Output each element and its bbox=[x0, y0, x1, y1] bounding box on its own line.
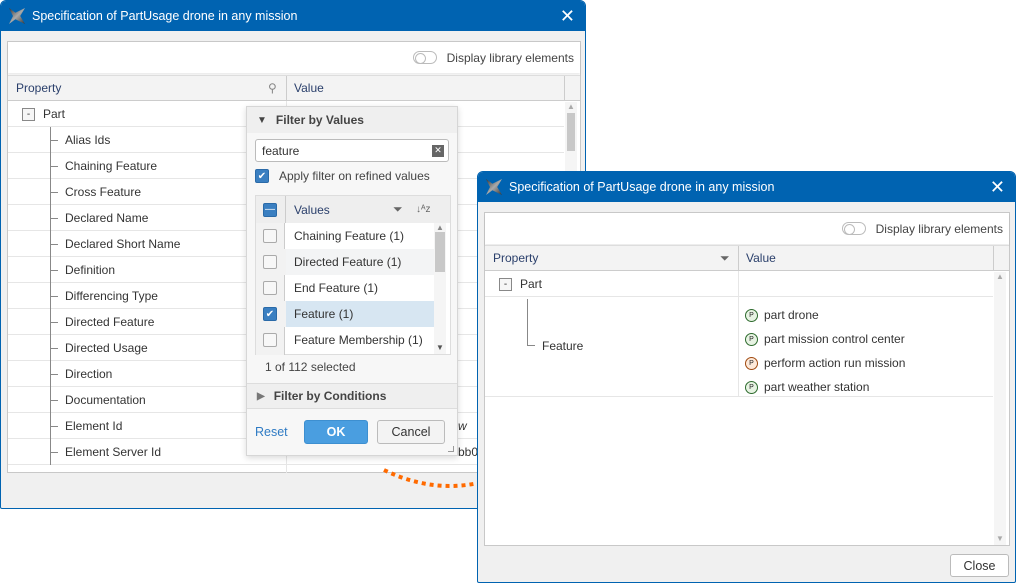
header-value[interactable]: Value bbox=[294, 81, 324, 95]
search-value: feature bbox=[262, 143, 300, 158]
collapsed-triangle-icon: ▶ bbox=[257, 390, 265, 402]
value-option[interactable]: ✔ Feature (1) bbox=[256, 301, 434, 327]
property-label: Alias Ids bbox=[65, 133, 111, 147]
search-input[interactable]: feature ✕ bbox=[255, 139, 449, 162]
value-checkbox[interactable] bbox=[263, 255, 277, 269]
close-icon[interactable]: ✕ bbox=[990, 177, 1005, 198]
part-usage-icon: P bbox=[745, 332, 758, 346]
property-label: Directed Usage bbox=[65, 341, 148, 355]
values-list: — Values ⏷ ↓ᴬz Chaining Feature (1) Direc… bbox=[255, 195, 451, 355]
property-label: Documentation bbox=[65, 393, 146, 407]
property-label: Element Server Id bbox=[65, 445, 162, 459]
value-label: part weather station bbox=[764, 380, 870, 394]
value-option[interactable]: Feature Membership (1) bbox=[256, 327, 434, 353]
value-item[interactable]: Ppart drone bbox=[745, 303, 905, 327]
apply-refined-checkbox[interactable]: ✔ Apply filter on refined values bbox=[255, 169, 430, 183]
collapse-button[interactable]: - bbox=[22, 107, 35, 121]
value-option[interactable]: Directed Feature (1) bbox=[256, 249, 434, 275]
display-library-label: Display library elements bbox=[446, 50, 574, 65]
ok-button[interactable]: OK bbox=[304, 420, 368, 444]
header-value[interactable]: Value bbox=[746, 251, 776, 265]
checkbox-icon: ✔ bbox=[255, 169, 269, 183]
select-all-checkbox[interactable]: — bbox=[263, 202, 277, 217]
expanded-triangle-icon: ▼ bbox=[257, 114, 267, 126]
right-spec-dialog: Specification of PartUsage drone in any … bbox=[477, 171, 1016, 583]
part-usage-icon: P bbox=[745, 308, 758, 322]
property-label: Cross Feature bbox=[65, 185, 142, 199]
value-label: part drone bbox=[764, 308, 819, 322]
header-property[interactable]: Property bbox=[493, 251, 538, 265]
collapse-button[interactable]: - bbox=[499, 277, 512, 291]
property-label: Declared Short Name bbox=[65, 237, 181, 251]
filter-by-conditions-section[interactable]: ▶ Filter by Conditions bbox=[247, 383, 457, 409]
close-icon[interactable]: ✕ bbox=[560, 6, 575, 27]
property-label: Element Id bbox=[65, 419, 123, 433]
value-option[interactable]: End Feature (1) bbox=[256, 275, 434, 301]
values-header-label: Values bbox=[294, 202, 330, 217]
display-library-label: Display library elements bbox=[875, 221, 1003, 236]
value-label: End Feature (1) bbox=[294, 281, 379, 295]
values-scrollbar[interactable]: ▲ ▼ bbox=[434, 223, 446, 354]
display-library-toggle[interactable] bbox=[412, 51, 437, 64]
display-library-toggle[interactable] bbox=[841, 222, 866, 235]
selected-count: 1 of 112 selected bbox=[265, 360, 356, 374]
title-bar: Specification of PartUsage drone in any … bbox=[1, 1, 585, 31]
property-label: Direction bbox=[65, 367, 113, 381]
clear-icon[interactable]: ✕ bbox=[432, 144, 444, 157]
apply-refined-label: Apply filter on refined values bbox=[279, 169, 430, 183]
app-logo-icon bbox=[9, 8, 25, 24]
table-row-feature[interactable]: Feature Ppart drone Ppart mission control… bbox=[485, 297, 993, 397]
dialog-title: Specification of PartUsage drone in any … bbox=[32, 9, 298, 23]
sort-az-icon[interactable]: ↓ᴬz bbox=[416, 204, 431, 215]
filter-search-icon[interactable]: ⚲ bbox=[268, 81, 277, 95]
value-item[interactable]: Ppart weather station bbox=[745, 375, 905, 399]
value-label: perform action run mission bbox=[764, 356, 906, 370]
property-label: Definition bbox=[65, 263, 116, 277]
group-label: Part bbox=[520, 277, 543, 291]
group-label: Part bbox=[43, 107, 66, 121]
toolbar: Display library elements bbox=[485, 213, 1009, 244]
action-usage-icon: P bbox=[745, 356, 758, 370]
section-label: Filter by Values bbox=[275, 113, 364, 127]
property-label: Feature bbox=[542, 339, 584, 353]
value-option[interactable]: Chaining Feature (1) bbox=[256, 223, 434, 249]
section-label: Filter by Conditions bbox=[273, 389, 387, 403]
value-checkbox[interactable] bbox=[263, 281, 277, 295]
value-item[interactable]: Ppart mission control center bbox=[745, 327, 905, 351]
value-label: part mission control center bbox=[764, 332, 905, 346]
title-bar: Specification of PartUsage drone in any … bbox=[478, 172, 1015, 202]
filter-active-icon[interactable]: ⏷ bbox=[720, 251, 730, 266]
property-label: Chaining Feature bbox=[65, 159, 158, 173]
property-label: Differencing Type bbox=[65, 289, 158, 303]
value-text: w bbox=[458, 419, 467, 433]
value-checkbox[interactable]: ✔ bbox=[263, 307, 277, 321]
filter-icon[interactable]: ⏷ bbox=[393, 202, 403, 217]
value-item[interactable]: Pperform action run mission bbox=[745, 351, 905, 375]
close-button[interactable]: Close bbox=[950, 554, 1009, 577]
value-label: Chaining Feature (1) bbox=[294, 229, 405, 243]
value-checkbox[interactable] bbox=[263, 229, 277, 243]
toolbar: Display library elements bbox=[8, 42, 580, 73]
part-usage-icon: P bbox=[745, 380, 758, 394]
value-checkbox[interactable] bbox=[263, 333, 277, 347]
filter-popup: ▼ Filter by Values feature ✕ ✔ Apply filt… bbox=[246, 106, 458, 456]
value-label: Feature (1) bbox=[294, 307, 354, 321]
property-label: Directed Feature bbox=[65, 315, 155, 329]
value-label: Directed Feature (1) bbox=[294, 255, 402, 269]
value-label: Feature Membership (1) bbox=[294, 333, 423, 347]
property-label: Declared Name bbox=[65, 211, 149, 225]
filter-by-values-section[interactable]: ▼ Filter by Values bbox=[247, 107, 457, 133]
scrollbar[interactable]: ▲ ▼ bbox=[994, 272, 1006, 545]
header-property[interactable]: Property bbox=[16, 81, 61, 95]
spec-panel: Display library elements Property ⏷ Valu… bbox=[484, 212, 1010, 546]
table-header: Property ⚲ Value bbox=[8, 75, 580, 101]
group-row-part[interactable]: - Part bbox=[485, 271, 993, 297]
app-logo-icon bbox=[486, 179, 502, 195]
values-header: — Values ⏷ ↓ᴬz bbox=[256, 196, 450, 223]
dialog-title: Specification of PartUsage drone in any … bbox=[509, 180, 775, 194]
table-header: Property ⏷ Value bbox=[485, 245, 1009, 271]
reset-link[interactable]: Reset bbox=[255, 425, 288, 439]
